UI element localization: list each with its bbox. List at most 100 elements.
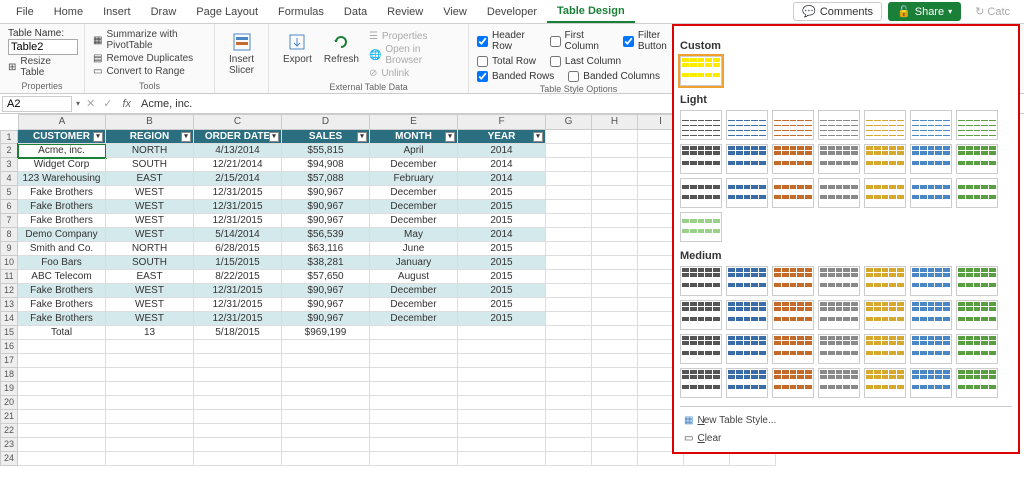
col-header-F[interactable]: F: [458, 114, 546, 130]
cell-empty[interactable]: [592, 200, 638, 214]
fx-icon[interactable]: fx: [116, 98, 137, 110]
cell-A10[interactable]: Foo Bars: [18, 256, 106, 270]
convert-range-button[interactable]: ▭Convert to Range: [93, 66, 206, 77]
cell-D12[interactable]: $90,967: [282, 284, 370, 298]
cell-F12[interactable]: 2015: [458, 284, 546, 298]
row-header-8[interactable]: 8: [0, 228, 18, 242]
cell-empty[interactable]: [546, 130, 592, 144]
cell-empty[interactable]: [592, 284, 638, 298]
table-style-swatch[interactable]: [818, 368, 860, 398]
cell-C6[interactable]: 12/31/2015: [194, 200, 282, 214]
chk-banded-cols[interactable]: Banded Columns: [568, 71, 660, 82]
cell-C9[interactable]: 6/28/2015: [194, 242, 282, 256]
table-style-swatch[interactable]: [864, 300, 906, 330]
chk-banded-rows[interactable]: Banded Rows: [477, 71, 554, 82]
cell-A2[interactable]: Acme, inc.: [18, 144, 106, 158]
cell-empty[interactable]: [106, 396, 194, 410]
row-header-7[interactable]: 7: [0, 214, 18, 228]
filter-dropdown-icon[interactable]: ▾: [93, 132, 103, 142]
cell-C15[interactable]: 5/18/2015: [194, 326, 282, 340]
table-style-swatch[interactable]: [772, 368, 814, 398]
table-style-swatch[interactable]: [680, 368, 722, 398]
table-style-swatch[interactable]: [864, 110, 906, 140]
cell-empty[interactable]: [458, 382, 546, 396]
cell-D11[interactable]: $57,650: [282, 270, 370, 284]
cell-empty[interactable]: [546, 242, 592, 256]
cell-E4[interactable]: February: [370, 172, 458, 186]
cell-empty[interactable]: [592, 228, 638, 242]
chk-last-col[interactable]: Last Column: [550, 56, 621, 67]
cell-empty[interactable]: [546, 172, 592, 186]
cell-C11[interactable]: 8/22/2015: [194, 270, 282, 284]
cell-empty[interactable]: [458, 410, 546, 424]
tab-page-layout[interactable]: Page Layout: [186, 2, 268, 22]
row-header-4[interactable]: 4: [0, 172, 18, 186]
cell-empty[interactable]: [638, 452, 684, 466]
tab-insert[interactable]: Insert: [93, 2, 141, 22]
table-header-order-date[interactable]: ORDER DATE▾: [194, 130, 282, 144]
remove-duplicates-button[interactable]: ▤Remove Duplicates: [93, 53, 206, 64]
cell-empty[interactable]: [18, 424, 106, 438]
table-style-swatch[interactable]: [956, 368, 998, 398]
row-header-23[interactable]: 23: [0, 438, 18, 452]
table-style-swatch[interactable]: [772, 266, 814, 296]
cell-C7[interactable]: 12/31/2015: [194, 214, 282, 228]
cell-empty[interactable]: [282, 340, 370, 354]
cell-D8[interactable]: $56,539: [282, 228, 370, 242]
cell-empty[interactable]: [106, 340, 194, 354]
table-style-swatch[interactable]: [910, 178, 952, 208]
new-table-style-button[interactable]: ▦ New Table Style...: [680, 412, 1012, 429]
tab-home[interactable]: Home: [44, 2, 93, 22]
table-style-swatch[interactable]: [818, 266, 860, 296]
cell-E2[interactable]: April: [370, 144, 458, 158]
row-header-17[interactable]: 17: [0, 354, 18, 368]
cell-empty[interactable]: [194, 382, 282, 396]
table-style-swatch[interactable]: [956, 266, 998, 296]
row-header-11[interactable]: 11: [0, 270, 18, 284]
table-style-swatch[interactable]: [956, 334, 998, 364]
cell-C2[interactable]: 4/13/2014: [194, 144, 282, 158]
tab-table-design[interactable]: Table Design: [547, 1, 635, 23]
cell-empty[interactable]: [282, 354, 370, 368]
cell-empty[interactable]: [684, 452, 730, 466]
col-header-H[interactable]: H: [592, 114, 638, 130]
cell-B9[interactable]: NORTH: [106, 242, 194, 256]
cell-empty[interactable]: [194, 354, 282, 368]
cell-empty[interactable]: [546, 256, 592, 270]
cell-empty[interactable]: [592, 256, 638, 270]
cell-empty[interactable]: [370, 340, 458, 354]
tab-draw[interactable]: Draw: [141, 2, 187, 22]
table-style-swatch[interactable]: [910, 368, 952, 398]
table-style-swatch[interactable]: [818, 144, 860, 174]
cell-E13[interactable]: December: [370, 298, 458, 312]
cell-empty[interactable]: [194, 438, 282, 452]
name-box[interactable]: [2, 96, 72, 112]
cell-empty[interactable]: [592, 424, 638, 438]
cell-empty[interactable]: [106, 382, 194, 396]
cell-empty[interactable]: [370, 396, 458, 410]
cell-B2[interactable]: NORTH: [106, 144, 194, 158]
cell-empty[interactable]: [370, 438, 458, 452]
cell-empty[interactable]: [106, 410, 194, 424]
cell-empty[interactable]: [458, 438, 546, 452]
col-header-B[interactable]: B: [106, 114, 194, 130]
table-style-swatch[interactable]: [818, 110, 860, 140]
cell-D9[interactable]: $63,116: [282, 242, 370, 256]
cell-empty[interactable]: [546, 326, 592, 340]
row-header-16[interactable]: 16: [0, 340, 18, 354]
row-header-3[interactable]: 3: [0, 158, 18, 172]
cell-empty[interactable]: [592, 186, 638, 200]
table-header-year[interactable]: YEAR▾: [458, 130, 546, 144]
table-style-swatch[interactable]: [818, 300, 860, 330]
cell-D14[interactable]: $90,967: [282, 312, 370, 326]
cell-E5[interactable]: December: [370, 186, 458, 200]
cell-empty[interactable]: [18, 396, 106, 410]
cell-F13[interactable]: 2015: [458, 298, 546, 312]
table-style-swatch[interactable]: [726, 368, 768, 398]
table-style-swatch[interactable]: [680, 266, 722, 296]
row-header-2[interactable]: 2: [0, 144, 18, 158]
cell-empty[interactable]: [106, 368, 194, 382]
table-header-region[interactable]: REGION▾: [106, 130, 194, 144]
row-header-24[interactable]: 24: [0, 452, 18, 466]
table-style-swatch[interactable]: [726, 334, 768, 364]
